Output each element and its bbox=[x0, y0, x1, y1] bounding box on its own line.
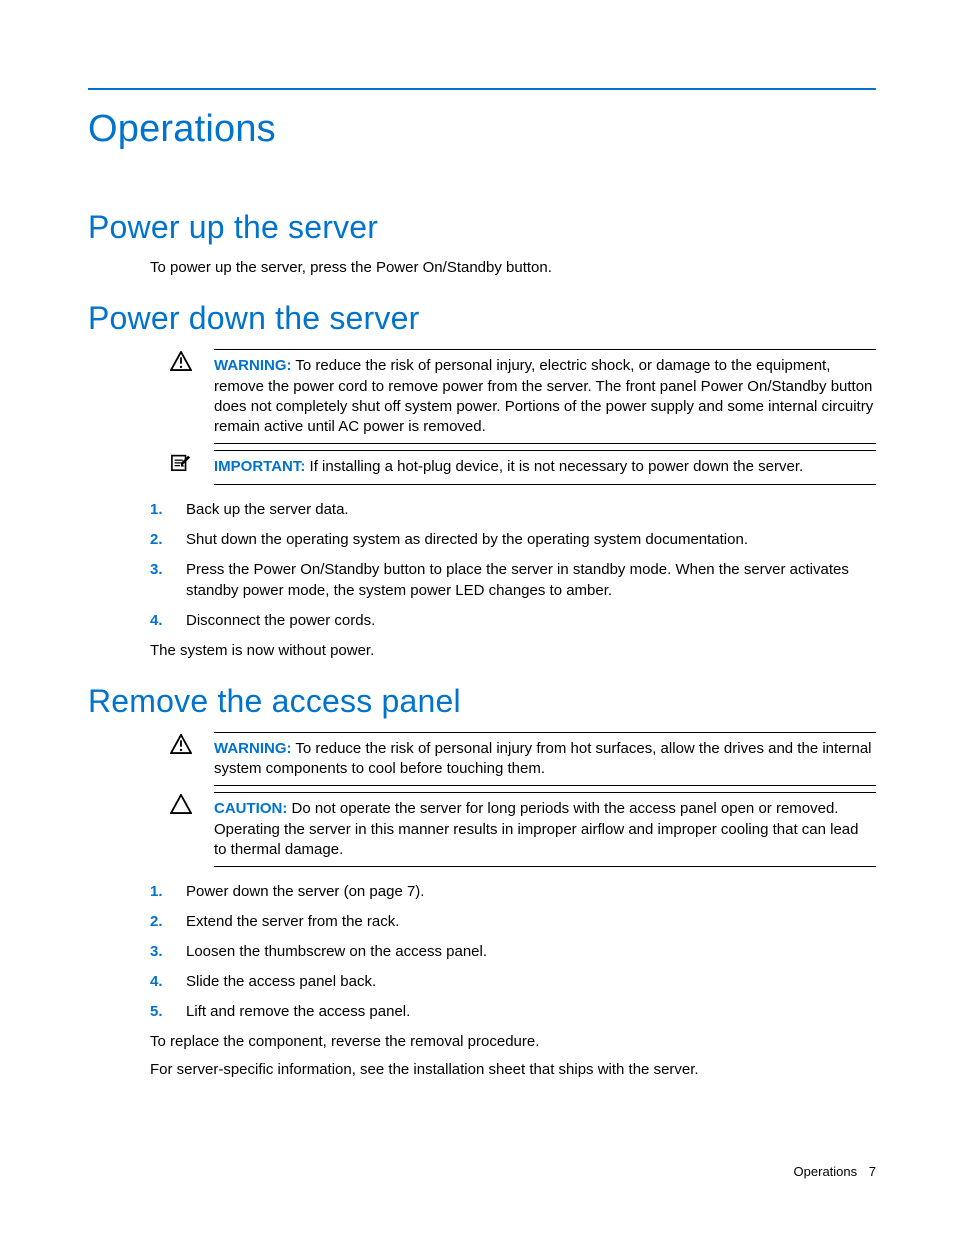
warning-triangle-bang-icon bbox=[170, 349, 214, 444]
step-text: Press the Power On/Standby button to pla… bbox=[186, 559, 876, 601]
alert-content: IMPORTANT: If installing a hot-plug devi… bbox=[214, 450, 876, 484]
paragraph: The system is now without power. bbox=[150, 641, 876, 661]
step-text: Lift and remove the access panel. bbox=[186, 1001, 876, 1022]
important-alert: IMPORTANT: If installing a hot-plug devi… bbox=[170, 450, 876, 484]
list-item: 3.Loosen the thumbscrew on the access pa… bbox=[150, 941, 876, 962]
step-text: Slide the access panel back. bbox=[186, 971, 876, 992]
ordered-steps-remove-panel: 1.Power down the server (on page 7). 2.E… bbox=[150, 881, 876, 1022]
alert-text: To reduce the risk of personal injury fr… bbox=[214, 740, 872, 777]
caution-triangle-icon bbox=[170, 792, 214, 867]
warning-alert: WARNING: To reduce the risk of personal … bbox=[170, 732, 876, 787]
alert-content: WARNING: To reduce the risk of personal … bbox=[214, 349, 876, 444]
step-number: 2. bbox=[150, 529, 186, 550]
step-number: 3. bbox=[150, 941, 186, 962]
ordered-steps-power-down: 1.Back up the server data. 2.Shut down t… bbox=[150, 499, 876, 631]
step-text: Shut down the operating system as direct… bbox=[186, 529, 876, 550]
section-heading-power-down: Power down the server bbox=[88, 300, 876, 337]
top-rule bbox=[88, 88, 876, 90]
footer-section: Operations bbox=[794, 1164, 858, 1179]
step-number: 2. bbox=[150, 911, 186, 932]
list-item: 2.Shut down the operating system as dire… bbox=[150, 529, 876, 550]
list-item: 5.Lift and remove the access panel. bbox=[150, 1001, 876, 1022]
page-title: Operations bbox=[88, 108, 876, 151]
step-number: 1. bbox=[150, 881, 186, 902]
step-number: 3. bbox=[150, 559, 186, 601]
warning-alert: WARNING: To reduce the risk of personal … bbox=[170, 349, 876, 444]
step-number: 4. bbox=[150, 971, 186, 992]
step-number: 4. bbox=[150, 610, 186, 631]
paragraph: For server-specific information, see the… bbox=[150, 1060, 876, 1080]
list-item: 4.Slide the access panel back. bbox=[150, 971, 876, 992]
step-text: Loosen the thumbscrew on the access pane… bbox=[186, 941, 876, 962]
section-heading-remove-panel: Remove the access panel bbox=[88, 683, 876, 720]
alert-label: CAUTION: bbox=[214, 800, 287, 817]
alert-content: CAUTION: Do not operate the server for l… bbox=[214, 792, 876, 867]
list-item: 4.Disconnect the power cords. bbox=[150, 610, 876, 631]
step-text: Power down the server (on page 7). bbox=[186, 881, 876, 902]
list-item: 1.Power down the server (on page 7). bbox=[150, 881, 876, 902]
alert-text: If installing a hot-plug device, it is n… bbox=[305, 458, 803, 475]
footer-page-number: 7 bbox=[869, 1164, 876, 1179]
step-text: Extend the server from the rack. bbox=[186, 911, 876, 932]
step-text: Back up the server data. bbox=[186, 499, 876, 520]
alert-content: WARNING: To reduce the risk of personal … bbox=[214, 732, 876, 787]
step-number: 1. bbox=[150, 499, 186, 520]
step-text: Disconnect the power cords. bbox=[186, 610, 876, 631]
page-footer: Operations 7 bbox=[794, 1164, 876, 1179]
alert-label: WARNING: bbox=[214, 357, 292, 374]
note-pencil-icon bbox=[170, 450, 214, 484]
warning-triangle-bang-icon bbox=[170, 732, 214, 787]
caution-alert: CAUTION: Do not operate the server for l… bbox=[170, 792, 876, 867]
list-item: 1.Back up the server data. bbox=[150, 499, 876, 520]
document-page: Operations Power up the server To power … bbox=[0, 0, 954, 1139]
step-number: 5. bbox=[150, 1001, 186, 1022]
list-item: 2.Extend the server from the rack. bbox=[150, 911, 876, 932]
alert-text: Do not operate the server for long perio… bbox=[214, 800, 859, 858]
paragraph: To power up the server, press the Power … bbox=[150, 258, 876, 278]
alert-text: To reduce the risk of personal injury, e… bbox=[214, 357, 873, 435]
section-heading-power-up: Power up the server bbox=[88, 209, 876, 246]
alert-label: WARNING: bbox=[214, 740, 292, 757]
alert-label: IMPORTANT: bbox=[214, 458, 305, 475]
paragraph: To replace the component, reverse the re… bbox=[150, 1032, 876, 1052]
list-item: 3.Press the Power On/Standby button to p… bbox=[150, 559, 876, 601]
